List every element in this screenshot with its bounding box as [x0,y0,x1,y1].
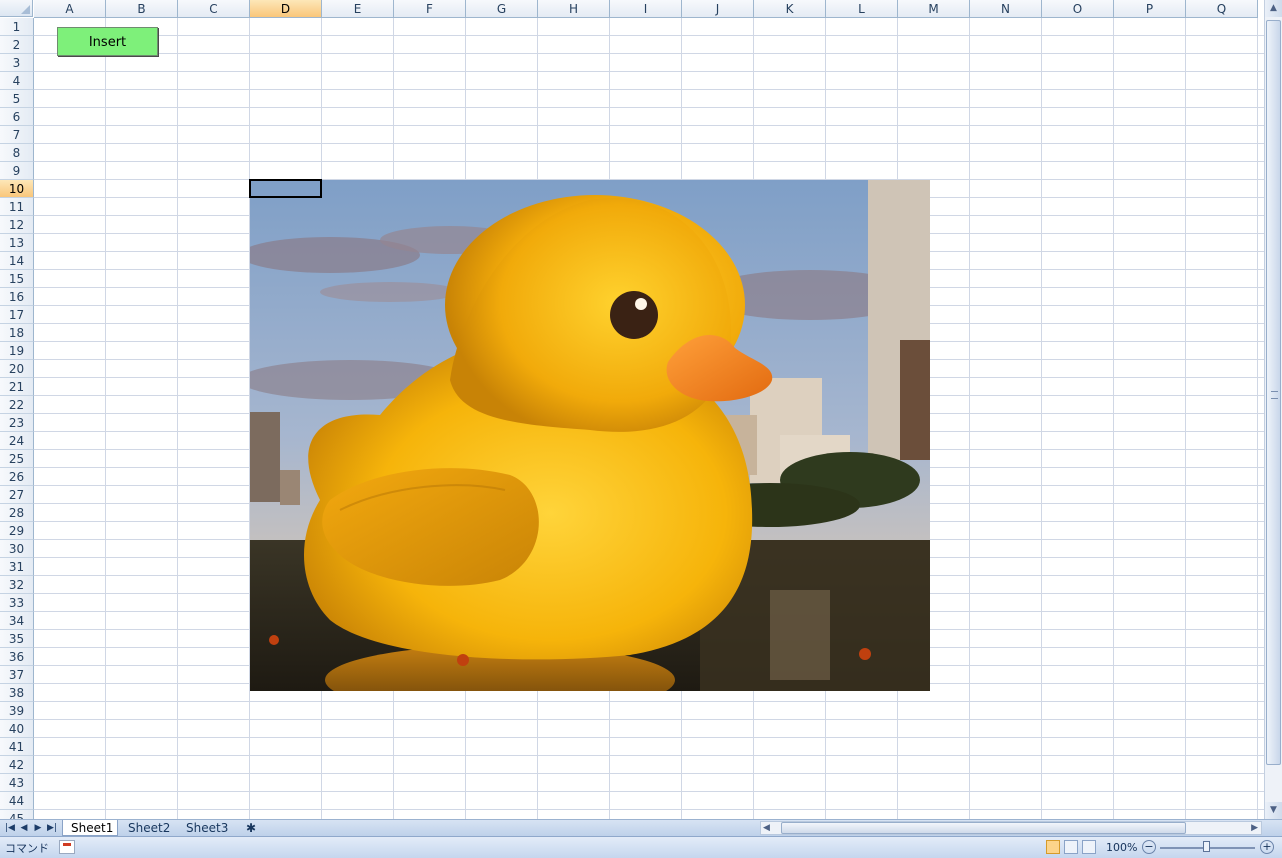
row-header-21[interactable]: 21 [0,378,34,396]
row-header-16[interactable]: 16 [0,288,34,306]
row-header-6[interactable]: 6 [0,108,34,126]
row-header-2[interactable]: 2 [0,36,34,54]
zoom-out-icon[interactable]: − [1142,840,1156,854]
row-header-41[interactable]: 41 [0,738,34,756]
row-header-26[interactable]: 26 [0,468,34,486]
column-header-d[interactable]: D [250,0,322,18]
row-header-13[interactable]: 13 [0,234,34,252]
zoom-in-icon[interactable]: + [1260,840,1274,854]
row-header-45[interactable]: 45 [0,810,34,819]
row-header-28[interactable]: 28 [0,504,34,522]
row-header-12[interactable]: 12 [0,216,34,234]
column-header-b[interactable]: B [106,0,178,18]
column-header-p[interactable]: P [1114,0,1186,18]
row-header-40[interactable]: 40 [0,720,34,738]
horizontal-scrollbar[interactable]: ◀ ▶ [760,821,1262,835]
row-header-23[interactable]: 23 [0,414,34,432]
row-header-29[interactable]: 29 [0,522,34,540]
status-bar: コマンド 100% − + [0,836,1282,858]
row-header-36[interactable]: 36 [0,648,34,666]
duck-picture[interactable] [250,180,930,691]
page-break-icon[interactable] [1082,840,1096,854]
row-header-8[interactable]: 8 [0,144,34,162]
next-sheet-icon[interactable]: ▶ [31,821,45,835]
row-header-32[interactable]: 32 [0,576,34,594]
vertical-scrollbar[interactable]: ▲ ▼ [1264,0,1282,819]
row-header-1[interactable]: 1 [0,18,34,36]
status-mode: コマンド [5,842,49,855]
column-header-n[interactable]: N [970,0,1042,18]
scroll-right-icon[interactable]: ▶ [1251,822,1258,834]
row-header-30[interactable]: 30 [0,540,34,558]
row-header-14[interactable]: 14 [0,252,34,270]
row-header-35[interactable]: 35 [0,630,34,648]
row-header-4[interactable]: 4 [0,72,34,90]
row-header-11[interactable]: 11 [0,198,34,216]
column-header-q[interactable]: Q [1186,0,1258,18]
row-header-3[interactable]: 3 [0,54,34,72]
row-header-5[interactable]: 5 [0,90,34,108]
row-header-24[interactable]: 24 [0,432,34,450]
column-header-k[interactable]: K [754,0,826,18]
row-header-34[interactable]: 34 [0,612,34,630]
horizontal-scroll-thumb[interactable] [781,822,1186,834]
scroll-left-icon[interactable]: ◀ [763,822,770,834]
row-header-22[interactable]: 22 [0,396,34,414]
column-header-c[interactable]: C [178,0,250,18]
zoom-slider-thumb[interactable] [1203,841,1210,852]
column-header-g[interactable]: G [466,0,538,18]
column-header-l[interactable]: L [826,0,898,18]
row-header-27[interactable]: 27 [0,486,34,504]
prev-sheet-icon[interactable]: ◀ [17,821,31,835]
select-all-button[interactable] [0,0,33,17]
row-header-33[interactable]: 33 [0,594,34,612]
column-header-o[interactable]: O [1042,0,1114,18]
row-header-20[interactable]: 20 [0,360,34,378]
row-header-39[interactable]: 39 [0,702,34,720]
column-header-e[interactable]: E [322,0,394,18]
vertical-scroll-thumb[interactable] [1266,20,1281,765]
row-header-42[interactable]: 42 [0,756,34,774]
scroll-down-icon[interactable]: ▼ [1265,802,1282,819]
column-header-f[interactable]: F [394,0,466,18]
row-header-19[interactable]: 19 [0,342,34,360]
tab-sheet2[interactable]: Sheet2 [120,820,176,836]
row-header-7[interactable]: 7 [0,126,34,144]
page-layout-icon[interactable] [1064,840,1078,854]
scroll-up-icon[interactable]: ▲ [1265,0,1282,17]
new-sheet-icon[interactable]: ✱ [238,820,264,836]
tab-sheet3[interactable]: Sheet3 [178,820,234,836]
row-header-15[interactable]: 15 [0,270,34,288]
column-header-h[interactable]: H [538,0,610,18]
row-header-17[interactable]: 17 [0,306,34,324]
worksheet-grid[interactable]: ABCDEFGHIJKLMNOPQ 1 2 3 4 5 6 7 8 9 10 11 12 13 14 15 1… [0,0,1264,819]
row-header-18[interactable]: 18 [0,324,34,342]
tab-sheet1[interactable]: Sheet1 [62,820,118,836]
insert-button[interactable]: Insert [57,27,158,56]
sheet-tab-bar: |◀ ◀ ▶ ▶| Sheet1 Sheet2 Sheet3 ✱ ◀ ▶ [0,819,1282,836]
column-header-j[interactable]: J [682,0,754,18]
first-sheet-icon[interactable]: |◀ [3,821,17,835]
column-header-i[interactable]: I [610,0,682,18]
row-header-38[interactable]: 38 [0,684,34,702]
row-header-37[interactable]: 37 [0,666,34,684]
row-header-25[interactable]: 25 [0,450,34,468]
macro-record-icon[interactable] [59,840,75,854]
normal-view-icon[interactable] [1046,840,1060,854]
duck-image [250,180,930,691]
row-header-31[interactable]: 31 [0,558,34,576]
column-header-a[interactable]: A [34,0,106,18]
last-sheet-icon[interactable]: ▶| [45,821,59,835]
row-header-44[interactable]: 44 [0,792,34,810]
row-header-9[interactable]: 9 [0,162,34,180]
zoom-level[interactable]: 100% [1106,841,1137,854]
row-header-43[interactable]: 43 [0,774,34,792]
row-header-10[interactable]: 10 [0,180,34,198]
column-header-m[interactable]: M [898,0,970,18]
